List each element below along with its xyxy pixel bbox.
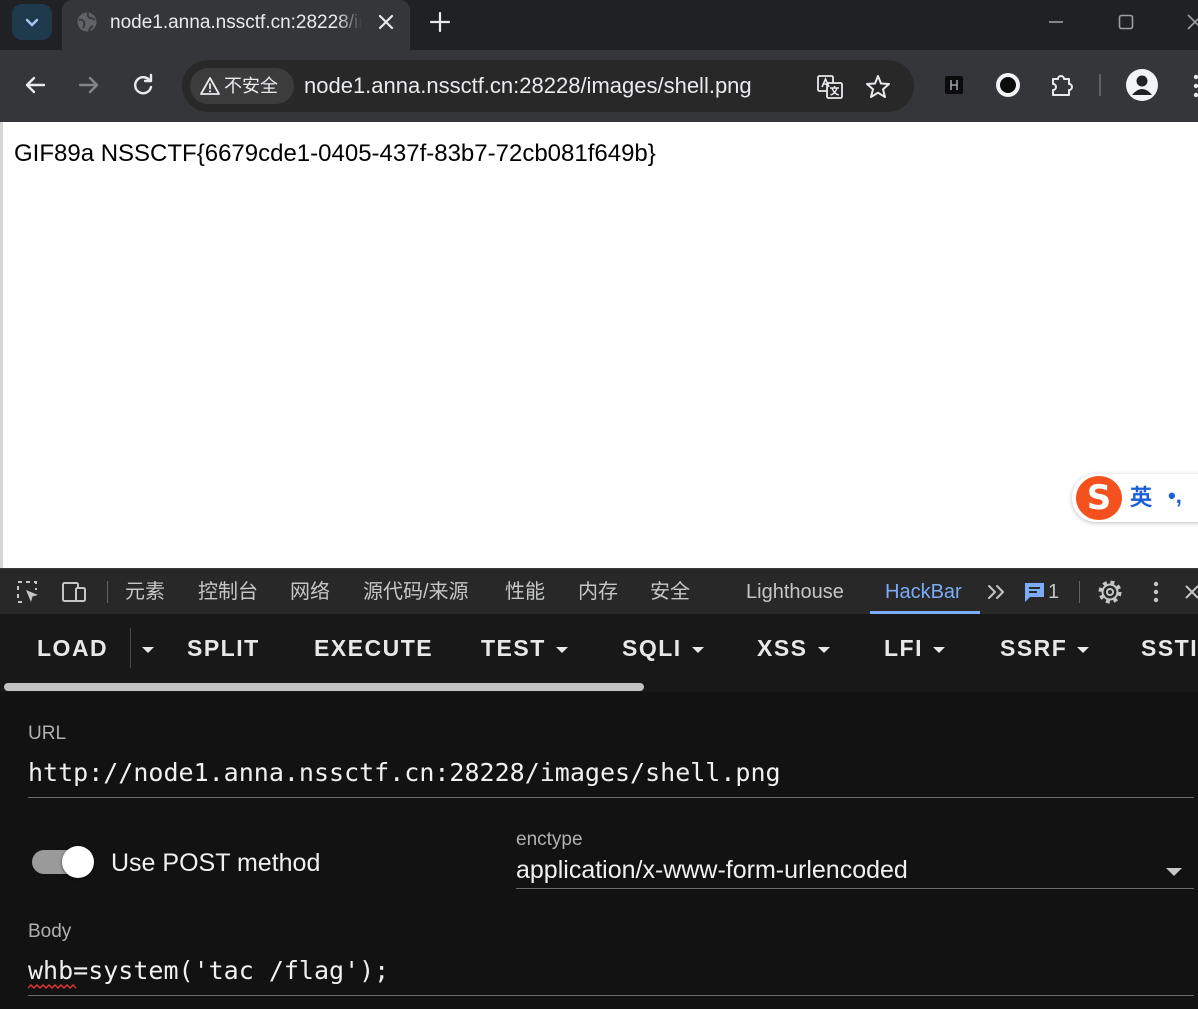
maximize-icon[interactable] — [1112, 8, 1140, 36]
tab-title: node1.anna.nssctf.cn:28228/images/shell.… — [110, 12, 362, 33]
puzzle-icon[interactable] — [1048, 71, 1076, 99]
close-icon[interactable] — [374, 10, 398, 34]
url-input[interactable]: http://node1.anna.nssctf.cn:28228/images… — [28, 758, 781, 788]
body-label: Body — [28, 921, 72, 942]
gear-icon[interactable] — [1097, 579, 1123, 605]
minimize-icon[interactable] — [1042, 8, 1070, 36]
profile-icon[interactable] — [1126, 69, 1158, 101]
globe-icon — [77, 12, 97, 32]
ime-language[interactable]: 英 — [1130, 486, 1152, 510]
device-toolbar-icon[interactable] — [61, 579, 87, 605]
caret-down-icon — [555, 646, 568, 653]
devtools-tab-memory[interactable]: 内存 — [578, 579, 618, 605]
plus-icon[interactable] — [426, 8, 454, 36]
security-chip[interactable]: 不安全 — [190, 68, 294, 104]
lfi-menu-button[interactable]: LFI — [884, 634, 945, 662]
devtools-tab-performance[interactable]: 性能 — [505, 579, 545, 605]
url-input-underline — [28, 797, 1194, 798]
body-input[interactable]: whb=system('tac /flag'); — [28, 956, 389, 986]
devtools-tab-hackbar[interactable]: HackBar — [885, 579, 962, 605]
enctype-dropdown-icon[interactable] — [1166, 868, 1182, 876]
execute-button[interactable]: EXECUTE — [314, 634, 433, 662]
devtools-menu-icon[interactable] — [1143, 579, 1169, 605]
enctype-underline — [516, 888, 1194, 889]
post-toggle-knob[interactable] — [62, 846, 94, 878]
spellcheck-underline — [28, 984, 77, 989]
test-menu-button[interactable]: TEST — [481, 634, 568, 662]
ssrf-menu-button[interactable]: SSRF — [1000, 634, 1090, 662]
devtools-separator — [1079, 581, 1080, 603]
person-icon — [1132, 75, 1152, 95]
inspect-icon[interactable] — [15, 579, 41, 605]
kebab-icon[interactable] — [1188, 72, 1198, 100]
devtools-tab-console[interactable]: 控制台 — [198, 579, 258, 605]
address-bar[interactable]: 不安全 node1.anna.nssctf.cn:28228/images/sh… — [182, 60, 914, 112]
toolbar-divider — [1099, 74, 1101, 96]
ssti-menu-button[interactable]: SSTI — [1141, 634, 1198, 662]
sogou-logo-icon: S — [1076, 476, 1122, 520]
hackbar-toolbar: LOAD SPLIT EXECUTE TEST SQLI XSS LFI SSR… — [0, 614, 1198, 692]
caret-down-icon — [817, 646, 830, 653]
translate-icon[interactable] — [816, 73, 844, 101]
browser-toolbar: 不安全 node1.anna.nssctf.cn:28228/images/sh… — [0, 50, 1198, 122]
forward-icon[interactable] — [74, 70, 104, 100]
tab-strip: node1.anna.nssctf.cn:28228/images/shell.… — [0, 0, 1198, 50]
browser-tab[interactable]: node1.anna.nssctf.cn:28228/images/shell.… — [62, 0, 410, 50]
more-tabs-icon[interactable] — [984, 579, 1010, 605]
security-chip-label: 不安全 — [224, 76, 278, 96]
caret-down-icon — [691, 646, 704, 653]
devtools-tab-bar: 元素 控制台 网络 源代码/来源 性能 内存 安全 Lighthouse Hac… — [0, 568, 1198, 614]
url-label: URL — [28, 723, 67, 744]
load-button[interactable]: LOAD — [37, 634, 108, 662]
devtools-tab-elements[interactable]: 元素 — [125, 579, 165, 605]
back-icon[interactable] — [20, 70, 50, 100]
test-label: TEST — [481, 635, 546, 661]
warning-icon — [200, 77, 220, 95]
load-dropdown-button[interactable] — [132, 634, 154, 662]
devtools-tab-network[interactable]: 网络 — [290, 579, 330, 605]
reload-icon[interactable] — [128, 70, 158, 100]
url-text[interactable]: node1.anna.nssctf.cn:28228/images/shell.… — [304, 73, 752, 99]
window-close-icon[interactable] — [1182, 8, 1198, 36]
page-body-text: GIF89a NSSCTF{6679cde1-0405-437f-83b7-72… — [14, 140, 656, 167]
extension-record-icon[interactable] — [994, 71, 1022, 99]
split-button[interactable]: SPLIT — [187, 634, 260, 662]
close-devtools-icon[interactable] — [1182, 579, 1198, 605]
xss-menu-button[interactable]: XSS — [757, 634, 830, 662]
devtools-tab-security[interactable]: 安全 — [650, 579, 690, 605]
devtools-tab-lighthouse[interactable]: Lighthouse — [746, 579, 844, 605]
enctype-select[interactable]: application/x-www-form-urlencoded — [516, 856, 908, 884]
ssrf-label: SSRF — [1000, 635, 1068, 661]
issues-count[interactable]: 1 — [1048, 579, 1059, 605]
devtools-tab-sources[interactable]: 源代码/来源 — [363, 579, 469, 605]
lfi-label: LFI — [884, 635, 923, 661]
ime-status-bar[interactable]: S 英 •, — [1072, 474, 1198, 522]
load-split-divider — [130, 628, 131, 668]
body-input-underline — [28, 995, 1194, 996]
chevron-down-icon — [25, 18, 39, 27]
sqli-menu-button[interactable]: SQLI — [622, 634, 704, 662]
issues-icon[interactable] — [1022, 579, 1048, 605]
enctype-label: enctype — [516, 829, 583, 850]
star-icon[interactable] — [864, 73, 892, 101]
ime-punctuation[interactable]: •, — [1168, 484, 1182, 508]
caret-down-icon — [1077, 646, 1090, 653]
hackbar-toolbar-scroll-thumb[interactable] — [4, 683, 644, 691]
sqli-label: SQLI — [622, 635, 682, 661]
tab-search-button[interactable] — [12, 4, 52, 40]
devtools-separator — [107, 581, 108, 603]
extension-hackbar-icon[interactable] — [940, 71, 968, 99]
page-edge — [0, 122, 3, 568]
xss-label: XSS — [757, 635, 808, 661]
caret-down-icon — [933, 646, 945, 653]
caret-down-icon — [142, 646, 154, 653]
post-toggle-label: Use POST method — [111, 849, 321, 877]
